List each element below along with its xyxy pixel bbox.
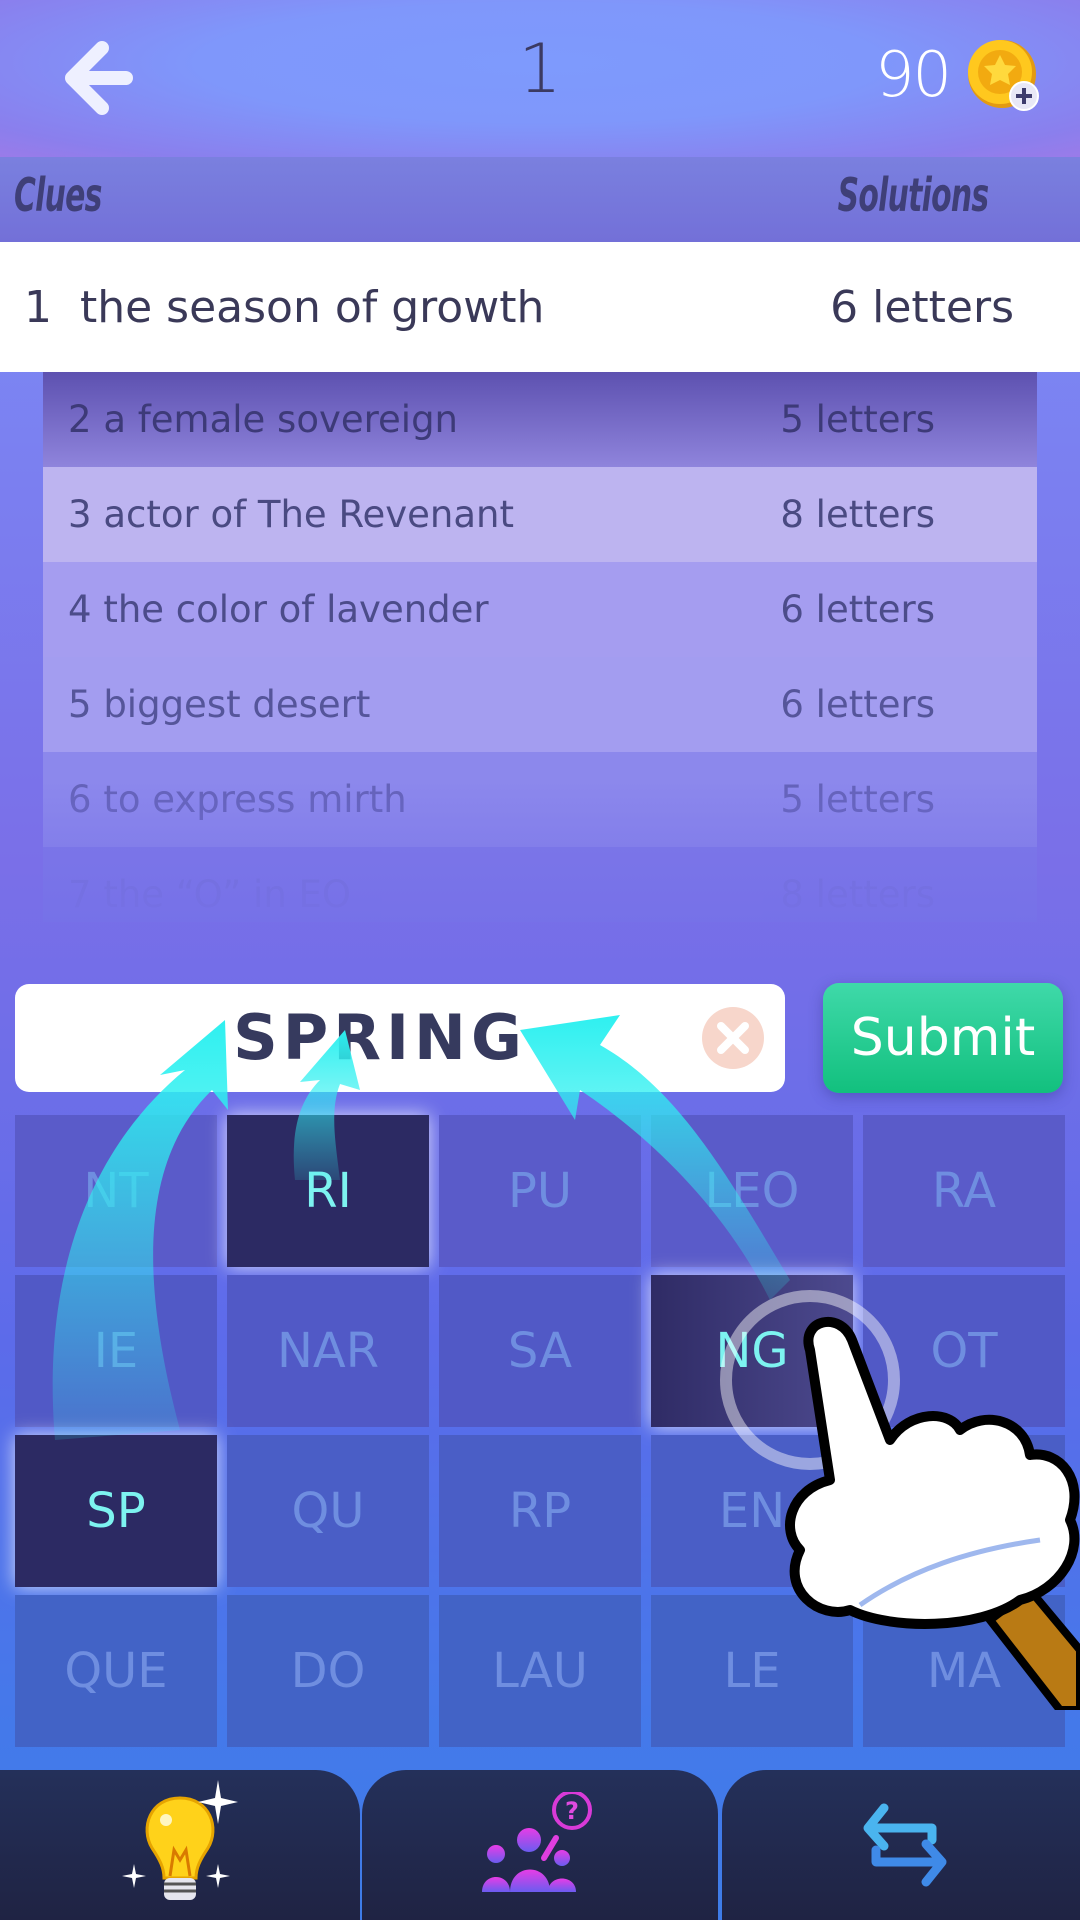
tile[interactable]: NAR — [227, 1275, 429, 1427]
tile[interactable]: OT — [863, 1275, 1065, 1427]
clue-row[interactable]: 5 biggest desert 6 letters — [43, 657, 1037, 752]
ask-friends-icon: ? — [482, 1792, 592, 1892]
clue-text: 6 to express mirth — [68, 778, 407, 821]
answer-text: SPRING — [233, 1001, 527, 1074]
arrow-left-icon — [65, 41, 133, 115]
clue-list[interactable]: 2 a female sovereign 5 letters 3 actor o… — [43, 372, 1037, 922]
tile[interactable]: LEO — [651, 1115, 853, 1267]
clue-length: 6 letters — [780, 588, 935, 631]
clue-length: 6 letters — [830, 281, 1014, 333]
coin-count: 90 — [875, 38, 952, 111]
clue-text: 4 the color of lavender — [68, 588, 489, 631]
swap-button[interactable] — [722, 1770, 1080, 1920]
back-button[interactable] — [60, 40, 135, 115]
tile[interactable]: LE — [651, 1595, 853, 1747]
hint-button[interactable] — [0, 1770, 360, 1920]
tile[interactable]: RP — [439, 1435, 641, 1587]
clue-text: 7 the “O” in EO — [68, 873, 352, 916]
level-number: 1 — [518, 30, 562, 109]
bottom-toolbar: ? — [0, 1770, 1080, 1920]
tile[interactable]: SA — [439, 1275, 641, 1427]
solutions-header: Solutions — [837, 168, 988, 222]
tile[interactable]: NG — [651, 1275, 853, 1427]
clue-text: 2 a female sovereign — [68, 398, 459, 441]
clue-text: 5 biggest desert — [68, 683, 371, 726]
clear-answer-button[interactable] — [702, 1007, 764, 1069]
tile[interactable]: SP — [15, 1435, 217, 1587]
clue-row[interactable]: 7 the “O” in EO 8 letters — [43, 847, 1037, 922]
clue-length: 6 letters — [780, 683, 935, 726]
active-clue-text: 1 the season of growth — [24, 282, 544, 333]
tile[interactable]: RA — [863, 1115, 1065, 1267]
clue-row[interactable]: 6 to express mirth 5 letters — [43, 752, 1037, 847]
tile[interactable]: RI — [227, 1115, 429, 1267]
tile[interactable]: EN — [651, 1435, 853, 1587]
active-clue-row[interactable]: 1 the season of growth 6 letters — [0, 242, 1080, 372]
clue-row[interactable]: 4 the color of lavender 6 letters — [43, 562, 1037, 657]
ask-friends-button[interactable]: ? — [362, 1770, 718, 1920]
clue-length: 8 letters — [780, 493, 935, 536]
tile[interactable]: IE — [15, 1275, 217, 1427]
swap-arrows-icon — [863, 1803, 947, 1887]
tile[interactable]: QUE — [15, 1595, 217, 1747]
clue-row[interactable]: 2 a female sovereign 5 letters — [43, 372, 1037, 467]
tile[interactable]: DO — [227, 1595, 429, 1747]
tile[interactable]: MA — [863, 1595, 1065, 1747]
tile[interactable] — [863, 1435, 1065, 1587]
coin-button[interactable] — [962, 38, 1042, 118]
clue-row[interactable]: 3 actor of The Revenant 8 letters — [43, 467, 1037, 562]
clue-text: the season of growth — [79, 281, 545, 333]
answer-field[interactable]: SPRING — [15, 984, 785, 1092]
svg-text:?: ? — [565, 1797, 579, 1825]
tile[interactable]: LAU — [439, 1595, 641, 1747]
clue-length: 5 letters — [780, 398, 935, 441]
tile[interactable]: PU — [439, 1115, 641, 1267]
clues-header: Clues — [14, 168, 102, 222]
clue-number: 1 — [24, 281, 52, 333]
tile[interactable]: QU — [227, 1435, 429, 1587]
clue-length: 5 letters — [780, 778, 935, 821]
close-circle-icon — [717, 1022, 749, 1054]
clue-length: 8 letters — [780, 873, 935, 916]
tile-grid: NT RI PU LEO RA IE NAR SA NG OT SP QU RP EN QUE DO LAU LE… — [15, 1115, 1065, 1747]
tile[interactable]: NT — [15, 1115, 217, 1267]
submit-button[interactable]: Submit — [823, 983, 1063, 1093]
lightbulb-icon — [122, 1780, 238, 1900]
gold-star-coin-icon — [968, 40, 1039, 111]
clue-text: 3 actor of The Revenant — [68, 493, 514, 536]
